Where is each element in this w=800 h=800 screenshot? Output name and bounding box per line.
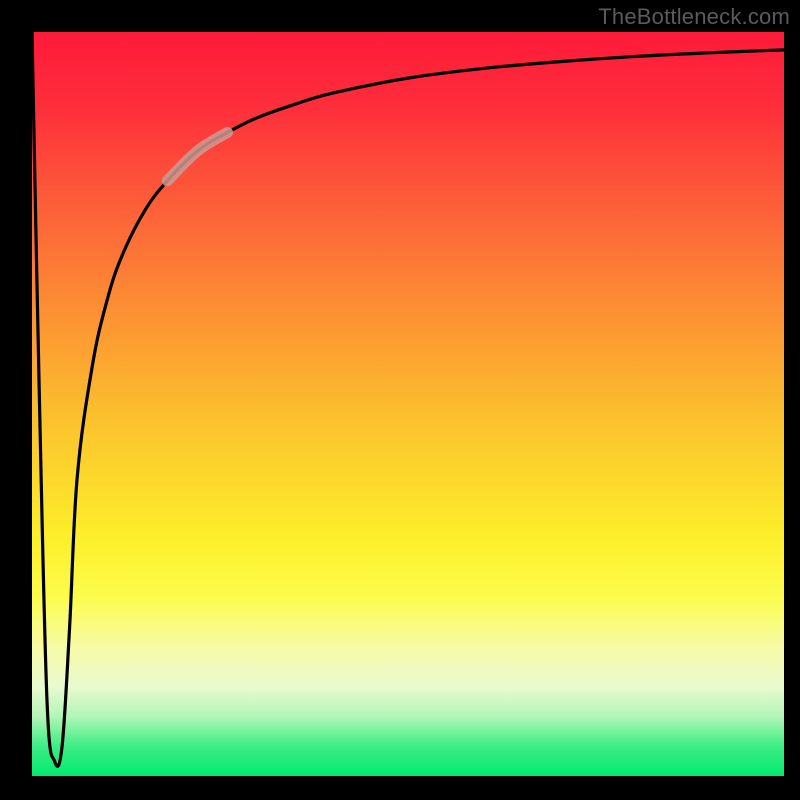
chart-frame: TheBottleneck.com bbox=[0, 0, 800, 800]
main-curve bbox=[32, 32, 784, 766]
plot-area bbox=[32, 32, 784, 776]
curve-path bbox=[32, 32, 784, 766]
curve-svg bbox=[32, 32, 784, 776]
watermark-text: TheBottleneck.com bbox=[598, 4, 790, 30]
highlight-curve bbox=[167, 132, 227, 180]
highlight-path bbox=[167, 132, 227, 180]
